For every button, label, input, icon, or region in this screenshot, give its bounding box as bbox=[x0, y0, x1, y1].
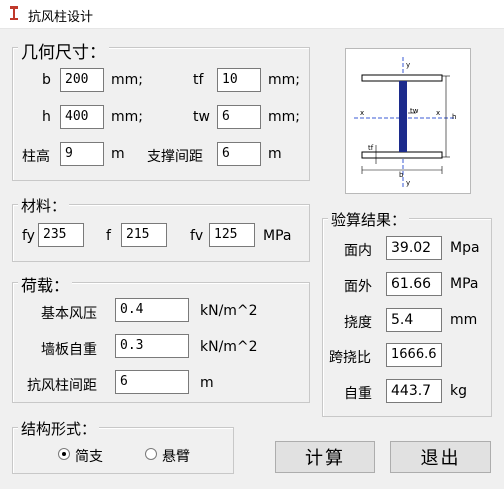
load-legend: 荷载： bbox=[18, 272, 73, 296]
results-legend: 验算结果： bbox=[328, 209, 410, 230]
wall-weight-unit: kN/m^2 bbox=[200, 339, 258, 355]
wind-pressure-unit: kN/m^2 bbox=[200, 303, 258, 319]
deflection-value: 5.4 bbox=[386, 308, 442, 332]
wall-weight-input[interactable]: 0.3 bbox=[115, 334, 189, 358]
column-spacing-unit: m bbox=[200, 375, 214, 391]
simple-support-radio-dot[interactable] bbox=[58, 448, 70, 460]
out-plane-value: 61.66 bbox=[386, 272, 442, 296]
fv-input[interactable]: 125 bbox=[209, 223, 255, 247]
span-ratio-value: 1666.6 bbox=[386, 343, 442, 367]
self-weight-label: 自重 bbox=[344, 386, 372, 402]
brace-spacing-input[interactable]: 6 bbox=[217, 142, 261, 166]
tf-label: tf bbox=[193, 72, 204, 88]
app-icon bbox=[10, 6, 18, 20]
wall-weight-label: 墙板自重 bbox=[41, 342, 97, 358]
material-legend: 材料： bbox=[18, 195, 70, 216]
b-input[interactable]: 200 bbox=[60, 68, 104, 92]
f-input[interactable]: 215 bbox=[121, 223, 167, 247]
b-unit: mm; bbox=[111, 72, 143, 88]
wind-pressure-label: 基本风压 bbox=[41, 306, 97, 322]
simple-support-radio[interactable]: 简支 bbox=[58, 446, 118, 465]
b-label: b bbox=[42, 72, 51, 88]
column-height-unit: m bbox=[111, 146, 125, 162]
mpa-unit: MPa bbox=[263, 228, 292, 244]
in-plane-label: 面内 bbox=[344, 243, 372, 259]
column-spacing-input[interactable]: 6 bbox=[115, 370, 189, 394]
tw-label: tw bbox=[193, 109, 210, 125]
out-plane-label: 面外 bbox=[344, 279, 372, 295]
simple-support-label: 简支 bbox=[75, 449, 103, 465]
exit-button[interactable]: 退出 bbox=[390, 441, 491, 473]
tw-unit: mm; bbox=[268, 109, 300, 125]
column-height-input[interactable]: 9 bbox=[60, 142, 104, 166]
x-left-label: x bbox=[360, 109, 364, 117]
calculate-button[interactable]: 计算 bbox=[275, 441, 375, 473]
tw-input[interactable]: 6 bbox=[217, 105, 261, 129]
deflection-label: 挠度 bbox=[344, 315, 372, 331]
h-label: h bbox=[42, 109, 51, 125]
self-weight-value: 443.7 bbox=[386, 379, 442, 403]
self-weight-unit: kg bbox=[450, 383, 467, 399]
column-spacing-label: 抗风柱间距 bbox=[27, 378, 97, 394]
span-ratio-label: 跨挠比 bbox=[329, 350, 371, 366]
i-beam-diagram: y y x x tw h b tf bbox=[354, 57, 456, 189]
tf-input[interactable]: 10 bbox=[217, 68, 261, 92]
deflection-unit: mm bbox=[450, 312, 478, 328]
tf-dim-label: tf bbox=[368, 144, 374, 152]
b-dim-label: b bbox=[399, 171, 404, 179]
column-height-label: 柱高 bbox=[22, 149, 50, 165]
x-right-label: x bbox=[436, 109, 440, 117]
tw-dim-label: tw bbox=[410, 107, 419, 115]
tf-unit: mm; bbox=[268, 72, 300, 88]
out-plane-unit: MPa bbox=[450, 276, 479, 292]
fv-label: fv bbox=[190, 228, 204, 244]
in-plane-value: 39.02 bbox=[386, 236, 442, 260]
geometry-legend: 几何尺寸： bbox=[18, 38, 109, 63]
section-figure: y y x x tw h b tf bbox=[345, 48, 471, 194]
brace-spacing-label: 支撑间距 bbox=[147, 149, 203, 165]
y-top-label: y bbox=[406, 61, 410, 69]
in-plane-unit: Mpa bbox=[450, 240, 480, 256]
fy-label: fy bbox=[22, 228, 35, 244]
wind-pressure-input[interactable]: 0.4 bbox=[115, 298, 189, 322]
h-input[interactable]: 400 bbox=[60, 105, 104, 129]
fy-input[interactable]: 235 bbox=[38, 223, 84, 247]
cantilever-label: 悬臂 bbox=[162, 449, 190, 465]
title-bar: 抗风柱设计 bbox=[0, 0, 504, 29]
h-dim-label: h bbox=[452, 113, 456, 121]
y-bottom-label: y bbox=[406, 179, 410, 187]
cantilever-radio-dot[interactable] bbox=[145, 448, 157, 460]
h-unit: mm; bbox=[111, 109, 143, 125]
brace-spacing-unit: m bbox=[268, 146, 282, 162]
structure-legend: 结构形式： bbox=[18, 418, 100, 439]
f-label: f bbox=[106, 228, 111, 244]
cantilever-radio[interactable]: 悬臂 bbox=[145, 446, 205, 465]
window-title: 抗风柱设计 bbox=[28, 10, 94, 25]
